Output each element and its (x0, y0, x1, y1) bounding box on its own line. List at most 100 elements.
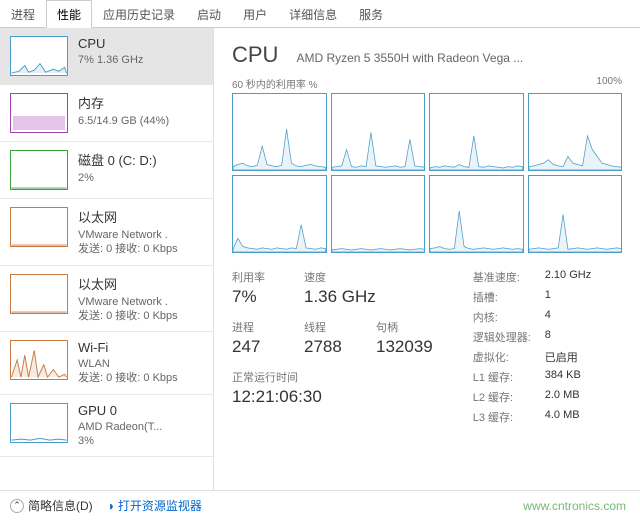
tab-4[interactable]: 用户 (232, 0, 278, 27)
tab-0[interactable]: 进程 (0, 0, 46, 27)
tab-bar: 进程性能应用历史记录启动用户详细信息服务 (0, 0, 640, 28)
stats-right: 基准速度:2.10 GHz插槽:1内核:4逻辑处理器:8虚拟化:已启用L1 缓存… (473, 269, 591, 429)
stats-right-value: 已启用 (545, 349, 578, 365)
cpu-model: AMD Ryzen 5 3550H with Radeon Vega ... (296, 51, 523, 65)
tab-5[interactable]: 详细信息 (278, 0, 348, 27)
sidebar-text: Wi-Fi WLAN发送: 0 接收: 0 Kbps (78, 340, 203, 386)
stats-right-value: 8 (545, 329, 551, 345)
sidebar-text: 以太网VMware Network .发送: 0 接收: 0 Kbps (78, 207, 203, 257)
stat-label: 线程 (304, 319, 354, 335)
stat-label: 利用率 (232, 269, 282, 285)
tab-2[interactable]: 应用历史记录 (92, 0, 186, 27)
stats-right-row: 插槽:1 (473, 289, 591, 305)
stats-right-row: L1 缓存:384 KB (473, 369, 591, 385)
stats-right-value: 4.0 MB (545, 409, 580, 425)
sidebar-sub: WLAN (78, 357, 203, 371)
sidebar-sub: 发送: 0 接收: 0 Kbps (78, 309, 203, 323)
stats-right-label: L1 缓存: (473, 369, 545, 385)
stats: 利用率7%速度1.36 GHz进程247线程2788句柄132039正常运行时间… (232, 269, 622, 429)
stats-row: 利用率 7% 速度1.36 GHz (232, 269, 433, 307)
thumb-icon (10, 403, 68, 443)
core-chart-1 (331, 93, 426, 171)
core-chart-0 (232, 93, 327, 171)
sidebar-text: CPU 7% 1.36 GHz (78, 36, 203, 76)
stats-right-row: 基准速度:2.10 GHz (473, 269, 591, 285)
main-panel: CPU AMD Ryzen 5 3550H with Radeon Vega .… (214, 28, 640, 490)
tab-3[interactable]: 启动 (186, 0, 232, 27)
cpu-title: CPU (232, 42, 278, 68)
core-chart-7 (528, 175, 623, 253)
sidebar-sub: VMware Network . (78, 295, 203, 309)
core-chart-4 (232, 175, 327, 253)
tab-6[interactable]: 服务 (348, 0, 394, 27)
sidebar: CPU 7% 1.36 GHz 内存 6.5/14.9 GB (44%) 磁盘 0 (C… (0, 28, 214, 490)
stat: 速度1.36 GHz (304, 269, 376, 307)
sidebar-title: 磁盘 0 (C: D:) (78, 150, 203, 169)
stats-right-row: 内核:4 (473, 309, 591, 325)
sidebar-item-1[interactable]: 内存 6.5/14.9 GB (44%) (0, 85, 213, 142)
stat-value: 247 (232, 337, 282, 357)
uptime-value: 12:21:06:30 (232, 387, 433, 407)
chart-label-right: 100% (596, 76, 622, 91)
simple-info-toggle[interactable]: ⌃ 简略信息(D) (10, 497, 93, 514)
monitor-icon: ◑ (107, 499, 114, 513)
sidebar-sub: 7% 1.36 GHz (78, 53, 203, 67)
sidebar-sub: 发送: 0 接收: 0 Kbps (78, 371, 203, 385)
watermark: www.cntronics.com (523, 499, 626, 513)
stat-value: 7% (232, 287, 282, 307)
thumb-icon (10, 340, 68, 380)
sidebar-sub: VMware Network . (78, 228, 203, 242)
core-chart-2 (429, 93, 524, 171)
simple-info-label: 简略信息(D) (28, 497, 93, 514)
sidebar-title: CPU (78, 36, 203, 51)
sidebar-sub: 2% (78, 171, 203, 185)
stats-right-label: 内核: (473, 309, 545, 325)
sidebar-item-4[interactable]: 以太网 VMware Network .发送: 0 接收: 0 Kbps (0, 266, 213, 333)
core-chart-6 (429, 175, 524, 253)
open-resource-monitor[interactable]: ◑ 打开资源监视器 (107, 497, 202, 514)
chevron-up-icon: ⌃ (10, 499, 24, 513)
thumb-icon (10, 207, 68, 247)
sidebar-item-5[interactable]: Wi-Fi WLAN发送: 0 接收: 0 Kbps (0, 332, 213, 395)
thumb-icon (10, 93, 68, 133)
sidebar-title: GPU 0 (78, 403, 203, 418)
stat: 句柄132039 (376, 319, 433, 357)
stats-right-label: 插槽: (473, 289, 545, 305)
stats-right-label: L2 缓存: (473, 389, 545, 405)
chart-label-left: 60 秒内的利用率 % (232, 76, 318, 91)
thumb-icon (10, 150, 68, 190)
uptime-label: 正常运行时间 (232, 369, 433, 385)
stats-right-label: L3 缓存: (473, 409, 545, 425)
uptime: 正常运行时间 12:21:06:30 (232, 369, 433, 407)
stats-right-value: 2.0 MB (545, 389, 580, 405)
sidebar-item-6[interactable]: GPU 0 AMD Radeon(T...3% (0, 395, 213, 458)
sidebar-sub: AMD Radeon(T... (78, 420, 203, 434)
sidebar-sub: 3% (78, 434, 203, 448)
core-charts (232, 93, 622, 253)
sidebar-text: 内存 6.5/14.9 GB (44%) (78, 93, 203, 133)
stats-right-value: 1 (545, 289, 551, 305)
stats-right-row: 虚拟化:已启用 (473, 349, 591, 365)
stat: 线程 2788 (304, 319, 354, 357)
stats-right-value: 4 (545, 309, 551, 325)
stat-value: 1.36 GHz (304, 287, 376, 307)
sidebar-title: 以太网 (78, 274, 203, 293)
stats-right-value: 2.10 GHz (545, 269, 591, 285)
stat-value: 2788 (304, 337, 354, 357)
stats-right-label: 虚拟化: (473, 349, 545, 365)
core-chart-3 (528, 93, 623, 171)
sidebar-sub: 6.5/14.9 GB (44%) (78, 114, 203, 128)
sidebar-item-0[interactable]: CPU 7% 1.36 GHz (0, 28, 213, 85)
sidebar-title: 内存 (78, 93, 203, 112)
stats-right-row: 逻辑处理器:8 (473, 329, 591, 345)
sidebar-item-2[interactable]: 磁盘 0 (C: D:) 2% (0, 142, 213, 199)
sidebar-text: 以太网 VMware Network .发送: 0 接收: 0 Kbps (78, 274, 203, 324)
stats-right-value: 384 KB (545, 369, 581, 385)
stat-label: 句柄 (376, 319, 433, 335)
tab-1[interactable]: 性能 (46, 0, 92, 28)
sidebar-title: 以太网 (78, 207, 203, 226)
sidebar-item-3[interactable]: 以太网VMware Network .发送: 0 接收: 0 Kbps (0, 199, 213, 266)
monitor-label: 打开资源监视器 (118, 497, 202, 514)
thumb-icon (10, 274, 68, 314)
sidebar-title: Wi-Fi (78, 340, 203, 355)
